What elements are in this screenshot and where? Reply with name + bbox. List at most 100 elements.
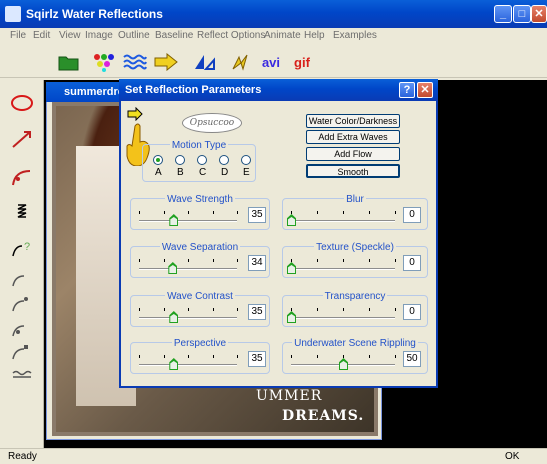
slider-thumb[interactable] — [339, 358, 348, 370]
gif-export-button[interactable]: gif — [287, 50, 317, 74]
radio-motion-e[interactable] — [241, 155, 251, 165]
radio-motion-c[interactable] — [197, 155, 207, 165]
slider-tick — [369, 308, 370, 311]
slider-group-wave-strength: Wave Strength 35 — [130, 194, 270, 230]
menu-examples[interactable]: Examples — [333, 30, 377, 41]
ellipse-tool-icon[interactable] — [8, 90, 36, 116]
zigzag-tool-icon[interactable] — [8, 200, 36, 226]
slider-track — [291, 268, 395, 270]
minimize-button[interactable]: _ — [494, 5, 512, 23]
slider-value[interactable]: 0 — [403, 255, 421, 271]
menu-image[interactable]: Image — [85, 30, 113, 41]
slider-track — [139, 268, 237, 270]
menu-view[interactable]: View — [59, 30, 81, 41]
slider-tick — [163, 211, 165, 214]
slider-thumb[interactable] — [287, 311, 296, 323]
slider-track — [291, 220, 395, 222]
maximize-button[interactable]: □ — [513, 5, 531, 23]
slider-tick — [139, 211, 140, 214]
dialog-help-button[interactable]: ? — [399, 82, 415, 98]
water-color-button[interactable]: Water Color/Darkness — [306, 114, 400, 128]
menu-file[interactable]: File — [10, 30, 26, 41]
slider-tick — [139, 308, 140, 311]
slider-value[interactable]: 50 — [403, 351, 421, 367]
curve-tool-icon[interactable] — [8, 164, 36, 190]
slider-tick — [163, 259, 165, 262]
close-button[interactable]: ✕ — [531, 5, 547, 23]
help-curve-icon[interactable]: ? — [8, 235, 36, 261]
slider-tick — [343, 211, 344, 214]
slider-tick — [343, 259, 344, 262]
slider-tick — [291, 259, 292, 262]
image-window-title-bar[interactable]: summerdre — [46, 82, 128, 102]
slider-value[interactable]: 34 — [248, 255, 266, 271]
slider-tick — [395, 308, 396, 311]
menu-animate[interactable]: Animate — [264, 30, 301, 41]
open-folder-icon[interactable] — [56, 50, 82, 74]
slider-thumb[interactable] — [287, 262, 296, 274]
lightning-icon[interactable] — [228, 50, 254, 74]
photo-caption-line1: UMMER — [256, 388, 323, 404]
slider-tick — [139, 355, 140, 358]
menu-baseline[interactable]: Baseline — [155, 30, 193, 41]
avi-export-button[interactable]: avi — [256, 50, 286, 74]
slider-tick — [237, 355, 238, 358]
slider-thumb[interactable] — [169, 358, 179, 370]
slider-value[interactable]: 0 — [403, 207, 421, 223]
slider-value[interactable]: 35 — [248, 207, 266, 223]
reflect-triangle-icon[interactable] — [191, 50, 217, 74]
menu-outline[interactable]: Outline — [118, 30, 150, 41]
slider-value[interactable]: 0 — [403, 304, 421, 320]
slider-thumb[interactable] — [287, 214, 296, 226]
slider-group-texture: Texture (Speckle) 0 — [282, 242, 428, 278]
slider-tick — [291, 355, 292, 358]
slider-tick — [317, 308, 318, 311]
slider-tick — [369, 355, 370, 358]
dialog-close-button[interactable]: ✕ — [417, 82, 433, 98]
menu-help[interactable]: Help — [304, 30, 325, 41]
slider-tick — [343, 355, 344, 358]
slider-value[interactable]: 35 — [248, 351, 266, 367]
radio-motion-d[interactable] — [219, 155, 229, 165]
add-extra-waves-button[interactable]: Add Extra Waves — [306, 130, 400, 144]
slider-thumb[interactable] — [169, 311, 179, 323]
menu-bar: File Edit View Image Outline Baseline Re… — [0, 28, 547, 46]
slider-tick — [291, 308, 292, 311]
radio-motion-b[interactable] — [175, 155, 185, 165]
radio-label-e: E — [243, 167, 250, 178]
menu-edit[interactable]: Edit — [33, 30, 50, 41]
curve-small-icon[interactable] — [8, 265, 36, 291]
smooth-button[interactable]: Smooth — [306, 164, 400, 178]
slider-track — [139, 364, 237, 366]
arrow-right-icon[interactable] — [153, 50, 179, 74]
app-icon — [5, 6, 21, 22]
slider-tick — [395, 259, 396, 262]
slider-label: Wave Strength — [165, 194, 235, 205]
radio-label-d: D — [221, 167, 229, 178]
color-dots-icon[interactable] — [90, 50, 116, 74]
curve-mark-icon[interactable] — [8, 338, 36, 364]
slider-tick — [237, 259, 238, 262]
dialog-title-bar[interactable]: Set Reflection Parameters ? ✕ — [119, 79, 438, 101]
slider-tick — [139, 259, 140, 262]
slider-thumb[interactable] — [168, 262, 178, 274]
photo-caption-line2: DREAMS. — [282, 408, 365, 424]
motion-type-group: Motion Type A B C D E — [142, 140, 256, 182]
slider-group-wave-contrast: Wave Contrast 35 — [130, 291, 270, 327]
line-tool-icon[interactable] — [8, 126, 36, 152]
menu-reflect-options[interactable]: Reflect Options — [197, 30, 265, 41]
add-flow-button[interactable]: Add Flow — [306, 147, 400, 161]
slider-group-underwater-rippling: Underwater Scene Rippling 50 — [282, 338, 428, 374]
waves-icon[interactable] — [122, 50, 148, 74]
radio-motion-a[interactable] — [153, 155, 163, 165]
slider-thumb[interactable] — [169, 214, 179, 226]
wave-line-icon[interactable] — [8, 362, 36, 388]
window-title-bar[interactable]: Sqirlz Water Reflections _ □ ✕ — [0, 0, 547, 28]
slider-tick — [163, 308, 165, 311]
svg-text:?: ? — [24, 241, 30, 253]
status-text: Ready — [8, 451, 37, 462]
slider-track — [139, 317, 237, 319]
slider-track — [291, 317, 395, 319]
curve-dots-icon[interactable] — [8, 290, 36, 316]
slider-value[interactable]: 35 — [248, 304, 266, 320]
